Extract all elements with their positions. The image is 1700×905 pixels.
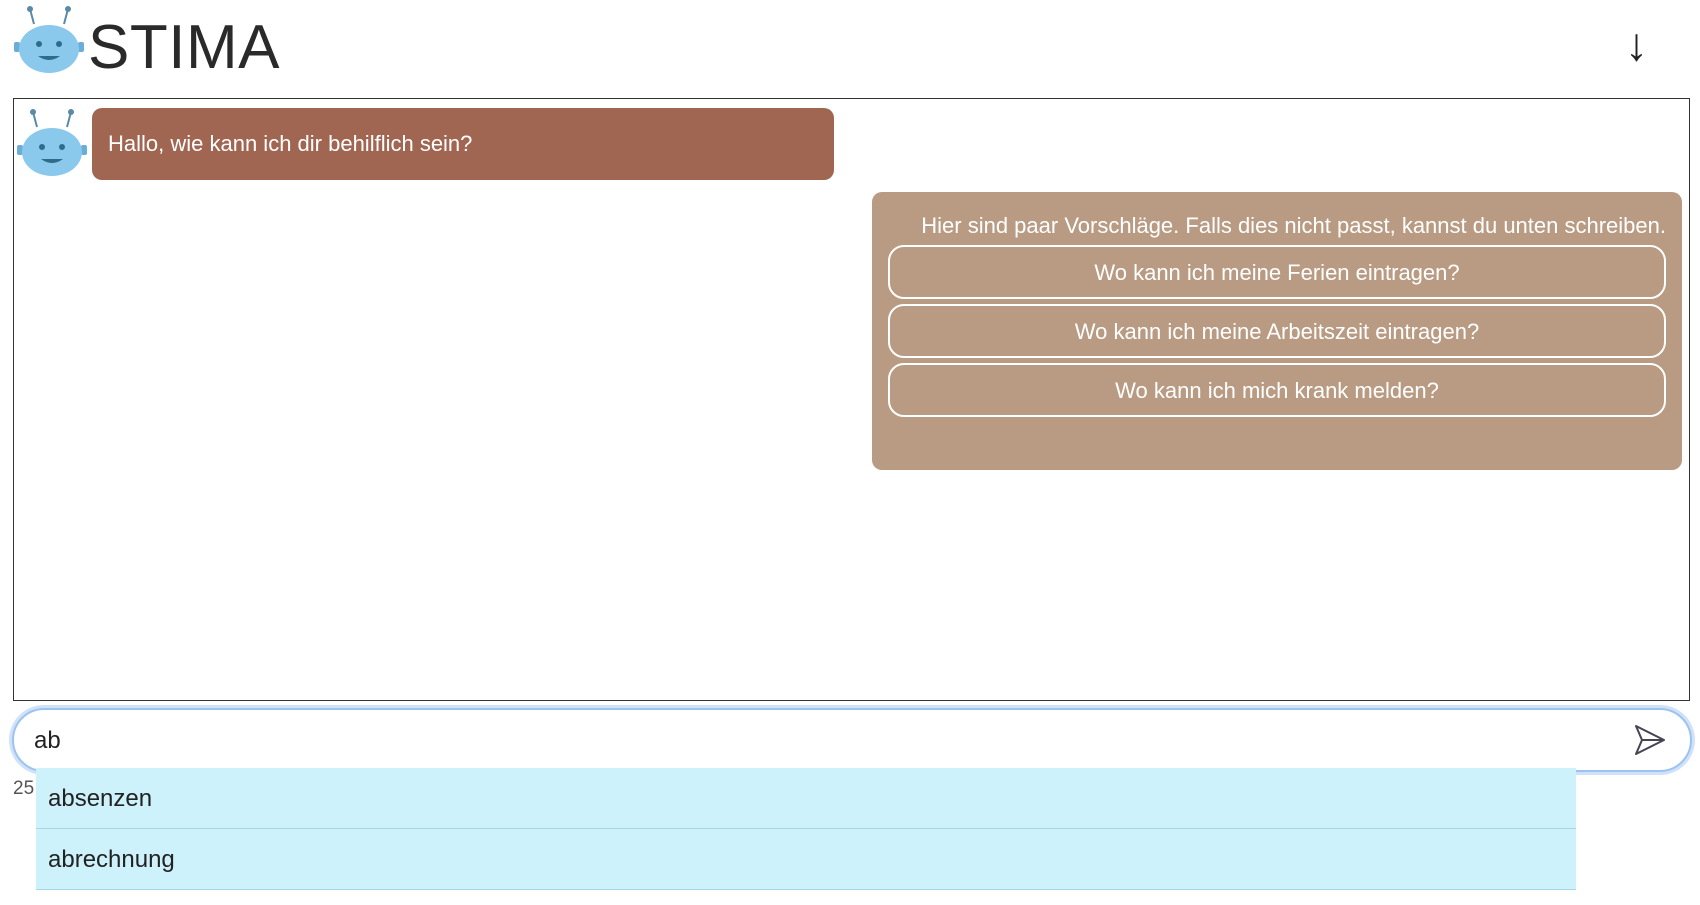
- robot-icon: [14, 6, 84, 73]
- message-input[interactable]: [32, 720, 1596, 762]
- suggestions-bubble: Hier sind paar Vorschläge. Falls dies ni…: [872, 192, 1682, 470]
- chat-window[interactable]: Hallo, wie kann ich dir behilflich sein?…: [13, 98, 1690, 701]
- suggestion-button-krank[interactable]: Wo kann ich mich krank melden?: [888, 363, 1666, 417]
- suggestion-button-arbeitszeit[interactable]: Wo kann ich meine Arbeitszeit eintragen?: [888, 304, 1666, 358]
- scroll-down-arrow-icon[interactable]: ↓: [1625, 16, 1648, 72]
- suggestions-intro: Hier sind paar Vorschläge. Falls dies ni…: [921, 213, 1666, 238]
- bot-avatar-robot-icon: [17, 109, 87, 176]
- message-input-container: [12, 708, 1692, 772]
- app-title: STIMA: [88, 13, 280, 82]
- bot-message-bubble: Hallo, wie kann ich dir behilflich sein?: [92, 108, 834, 180]
- autocomplete-list: absenzen abrechnung: [36, 768, 1576, 890]
- send-icon[interactable]: [1632, 722, 1668, 758]
- character-count: 25: [13, 778, 35, 799]
- app-header: STIMA ↓: [0, 0, 1700, 95]
- suggestion-button-ferien[interactable]: Wo kann ich meine Ferien eintragen?: [888, 245, 1666, 299]
- autocomplete-item-absenzen[interactable]: absenzen: [36, 768, 1576, 829]
- autocomplete-item-abrechnung[interactable]: abrechnung: [36, 829, 1576, 890]
